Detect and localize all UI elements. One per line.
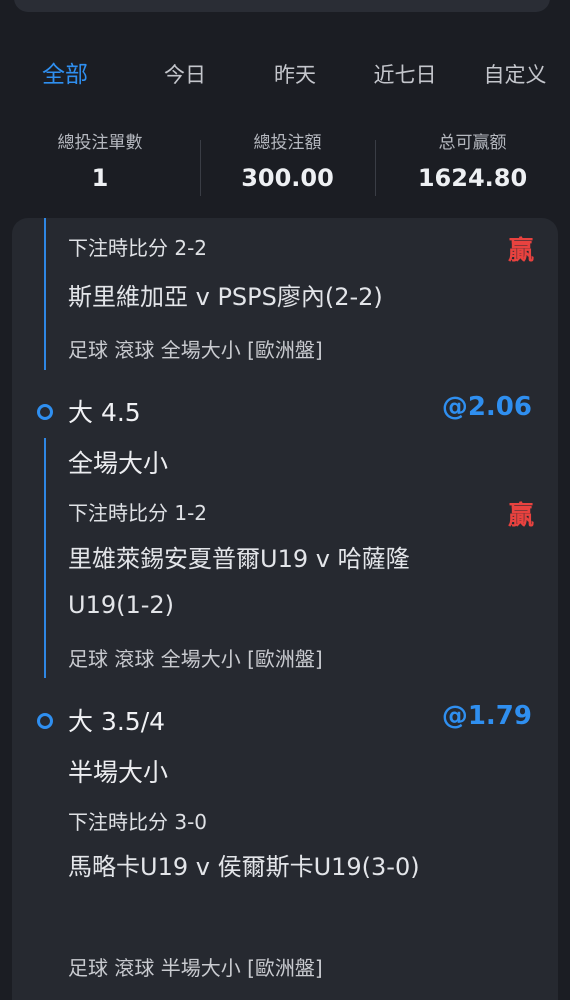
bet-amount-value: 300.00 (241, 164, 334, 192)
tab-yesterday[interactable]: 昨天 (240, 52, 350, 98)
bet-amount-label: 總投注額 (253, 133, 322, 153)
bet-pick: 大 3.5/4 (68, 707, 166, 736)
win-amount-value: 1624.80 (417, 164, 528, 192)
bet-summary: 總投注單數 1 總投注額 300.00 总可赢额 1624.80 (0, 128, 570, 204)
bet-meta: 足球 滾球 半場大小 [歐洲盤] (68, 956, 323, 980)
date-filter-tabs: 全部 今日 昨天 近七日 自定义 (0, 52, 570, 98)
timeline-line (44, 438, 46, 678)
tab-last-seven-days[interactable]: 近七日 (350, 52, 460, 98)
bet-market: 全場大小 (68, 449, 169, 478)
bet-score: 下注時比分 2-2 (68, 236, 208, 260)
bet-score: 下注時比分 3-0 (68, 810, 208, 834)
previous-panel-edge (14, 0, 550, 12)
parlay-bet-card[interactable]: 下注時比分 2-2 贏 斯里維加亞 v PSPS廖內(2-2) 足球 滾球 全場… (12, 218, 558, 1000)
bet-count-label: 總投注單數 (57, 133, 143, 153)
bet-odds: @1.79 (441, 701, 532, 731)
timeline-dot-icon (37, 713, 53, 729)
summary-bet-count: 總投注單數 1 (0, 128, 200, 204)
win-amount-label: 总可赢额 (438, 133, 507, 153)
timeline-line (44, 218, 46, 370)
timeline-dot-icon (37, 404, 53, 420)
match-name: 里雄萊錫安夏普爾U19 v 哈薩隆U19(1-2) (68, 545, 410, 619)
match-name: 馬略卡U19 v 侯爾斯卡U19(3-0) (68, 853, 420, 881)
tab-today[interactable]: 今日 (130, 52, 240, 98)
bet-score: 下注時比分 1-2 (68, 501, 208, 525)
tab-all[interactable]: 全部 (0, 52, 130, 98)
bet-history-screen: 全部 今日 昨天 近七日 自定义 總投注單數 1 總投注額 300.00 总可赢… (0, 0, 570, 1000)
win-badge: 贏 (507, 501, 534, 531)
bet-market: 半場大小 (68, 758, 169, 787)
bet-count-value: 1 (91, 164, 109, 192)
bet-meta: 足球 滾球 全場大小 [歐洲盤] (68, 647, 323, 671)
match-name: 斯里維加亞 v PSPS廖內(2-2) (68, 283, 383, 311)
win-badge: 贏 (507, 236, 534, 266)
bet-meta: 足球 滾球 全場大小 [歐洲盤] (68, 338, 323, 362)
bet-odds: @2.06 (441, 392, 532, 422)
bet-pick: 大 4.5 (68, 398, 141, 427)
tab-custom[interactable]: 自定义 (460, 52, 570, 98)
summary-bet-amount: 總投注額 300.00 (200, 128, 375, 204)
summary-win-amount: 总可赢额 1624.80 (375, 128, 570, 204)
